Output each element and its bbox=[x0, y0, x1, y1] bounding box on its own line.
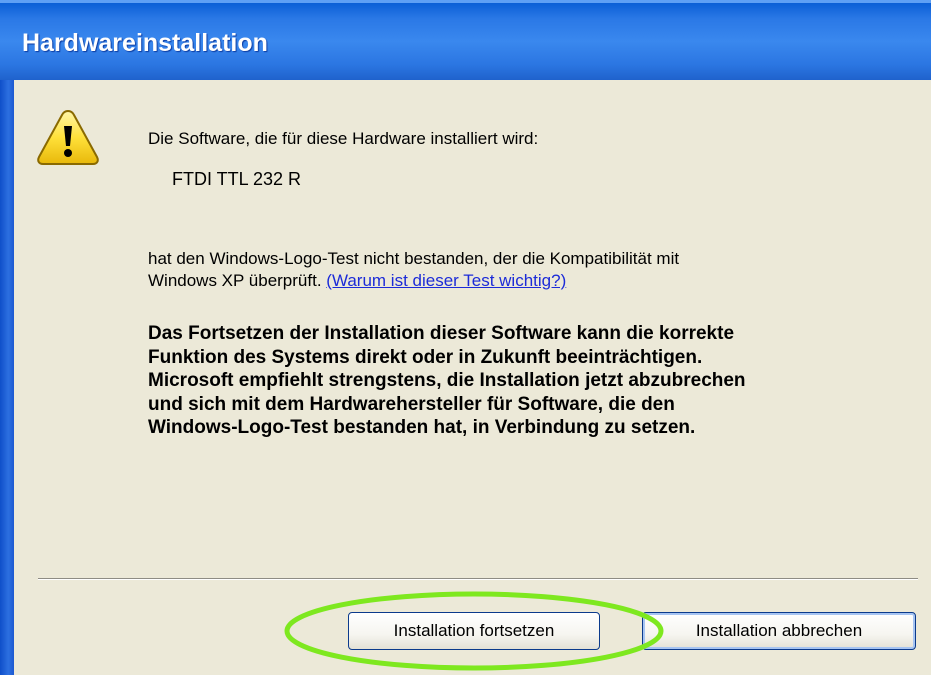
highlight-ellipse bbox=[284, 591, 664, 671]
window-title: Hardwareinstallation bbox=[22, 29, 268, 57]
intro-text: Die Software, die für diese Hardware ins… bbox=[148, 129, 539, 148]
cancel-installation-button[interactable]: Installation abbrechen bbox=[642, 612, 916, 650]
title-bar[interactable]: Hardwareinstallation bbox=[0, 0, 931, 80]
why-test-important-link[interactable]: (Warum ist dieser Test wichtig?) bbox=[326, 271, 566, 290]
warning-line: Das Fortsetzen der Installation dieser S… bbox=[148, 323, 735, 344]
button-separator bbox=[38, 578, 918, 580]
warning-line: Windows-Logo-Test bestanden hat, in Verb… bbox=[148, 417, 696, 438]
compatibility-line-2-text: Windows XP überprüft. bbox=[148, 271, 327, 290]
compatibility-line-1: hat den Windows-Logo-Test nicht bestande… bbox=[148, 249, 680, 268]
compatibility-line-2: Windows XP überprüft. (Warum ist dieser … bbox=[148, 270, 878, 292]
compatibility-message: hat den Windows-Logo-Test nicht bestande… bbox=[148, 248, 878, 292]
warning-line: Microsoft empfiehlt strengstens, die Ins… bbox=[148, 370, 746, 391]
warning-triangle-icon bbox=[37, 109, 99, 165]
warning-line: und sich mit dem Hardwarehersteller für … bbox=[148, 393, 675, 415]
warning-line: Funktion des Systems direkt oder in Zuku… bbox=[148, 346, 703, 368]
device-name: FTDI TTL 232 R bbox=[172, 169, 302, 189]
dialog-window: Hardwareinstallation Die Software, die f… bbox=[0, 0, 931, 675]
warning-message: Das Fortsetzen der Installation dieser S… bbox=[148, 322, 928, 440]
window-frame-left bbox=[0, 80, 14, 675]
